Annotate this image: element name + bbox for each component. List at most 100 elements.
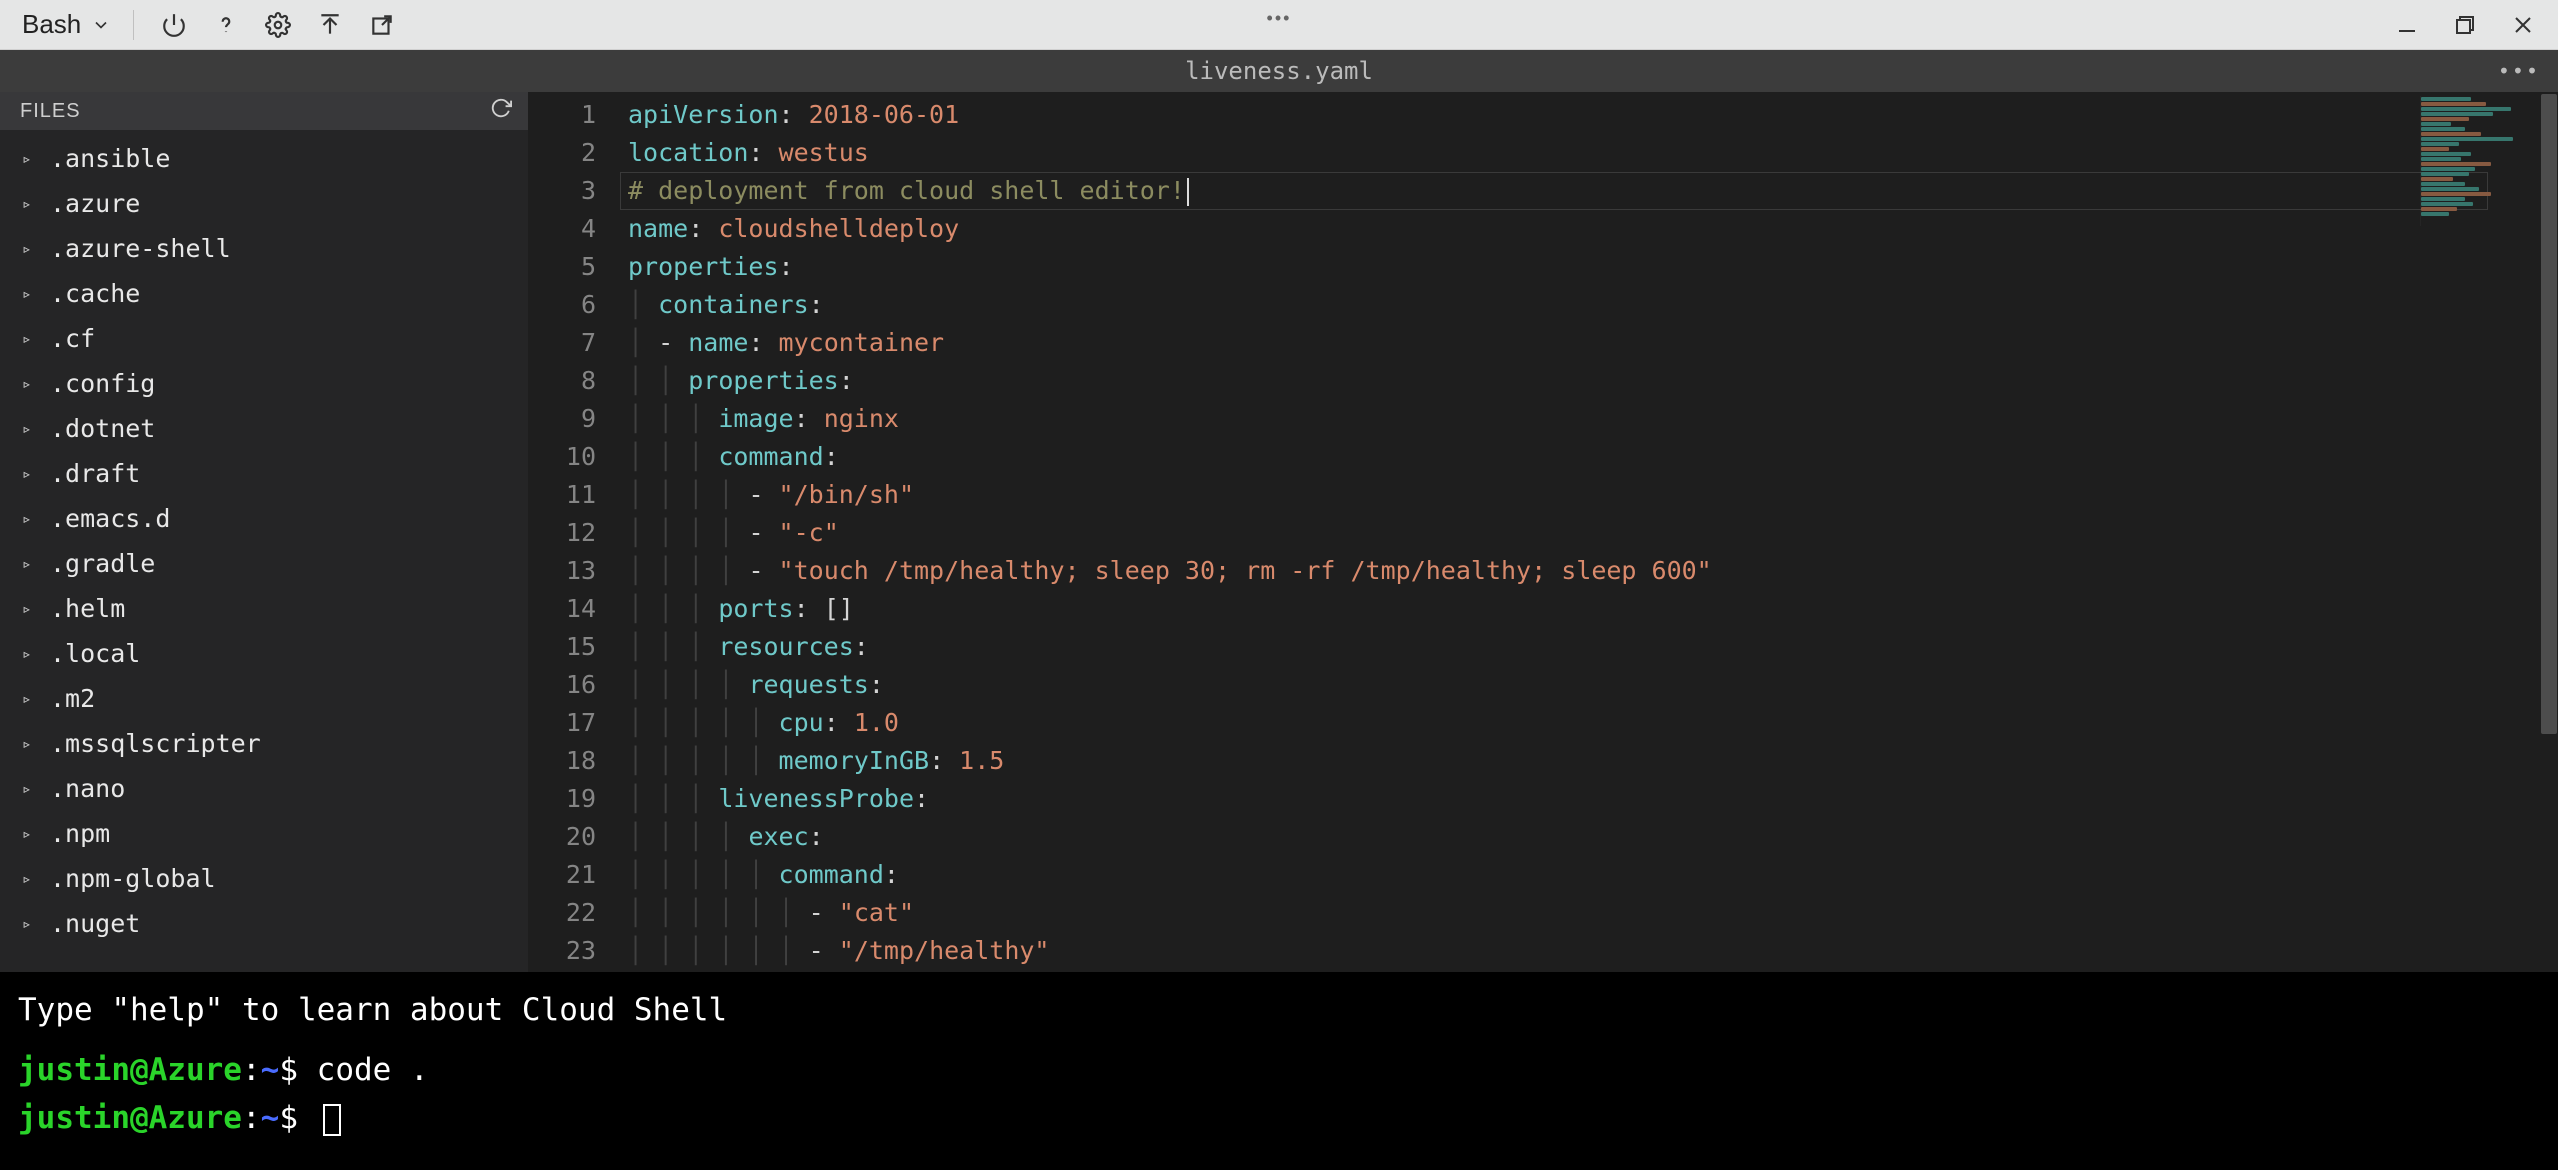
help-button[interactable] [206, 5, 246, 45]
tree-item-label: .cf [50, 324, 95, 353]
tree-item[interactable]: ▹ .dotnet [0, 406, 528, 451]
tree-item[interactable]: ▹.config [0, 361, 528, 406]
chevron-right-icon: ▹ [22, 779, 42, 798]
tree-item[interactable]: ▹.npm-global [0, 856, 528, 901]
terminal-prompt-suffix: $ [279, 1052, 298, 1088]
chevron-right-icon: ▹ [22, 554, 42, 573]
tree-item-label: .dotnet [50, 414, 155, 443]
terminal-line: justin@Azure:~$ [18, 1094, 2540, 1142]
code-line[interactable]: │ │ │ │ │ │ - "/tmp/healthy" [628, 932, 2558, 970]
code-line[interactable]: │ │ │ resources: [628, 628, 2558, 666]
terminal-prompt-path: ~ [261, 1052, 280, 1088]
editor-filename: liveness.yaml [1185, 57, 1373, 85]
code-line[interactable]: │ │ │ │ exec: [628, 818, 2558, 856]
line-number: 8 [528, 362, 620, 400]
code-line[interactable]: # deployment from cloud shell editor! [628, 172, 2558, 210]
code-line[interactable]: properties: [628, 248, 2558, 286]
code-line[interactable]: │ │ │ │ - "touch /tmp/healthy; sleep 30;… [628, 552, 2558, 590]
close-button[interactable] [2508, 10, 2538, 40]
tree-item-label: .helm [50, 594, 125, 623]
terminal-cursor [323, 1104, 341, 1136]
code-line[interactable]: │ │ │ command: [628, 438, 2558, 476]
terminal-prompt-user: justin@Azure [18, 1052, 242, 1088]
tree-item-label: .emacs.d [50, 504, 170, 533]
chevron-right-icon: ▹ [22, 599, 42, 618]
window-controls [2392, 10, 2544, 40]
tree-item-label: .azure-shell [50, 234, 231, 263]
code-line[interactable]: │ │ │ │ │ command: [628, 856, 2558, 894]
code-line[interactable]: │ │ │ livenessProbe: [628, 780, 2558, 818]
close-icon [2511, 13, 2535, 37]
code-line[interactable]: │ │ │ │ │ memoryInGB: 1.5 [628, 742, 2558, 780]
settings-button[interactable] [258, 5, 298, 45]
code-line[interactable]: │ │ │ │ - "-c" [628, 514, 2558, 552]
line-number: 18 [528, 742, 620, 780]
line-number: 23 [528, 932, 620, 970]
terminal[interactable]: Type "help" to learn about Cloud Shell j… [0, 972, 2558, 1160]
code-line[interactable]: │ │ │ image: nginx [628, 400, 2558, 438]
drag-handle-icon[interactable]: ••• [1267, 8, 1292, 29]
tree-item[interactable]: ▹.npm [0, 811, 528, 856]
minimize-button[interactable] [2392, 10, 2422, 40]
code-line[interactable]: │ containers: [628, 286, 2558, 324]
new-session-button[interactable] [362, 5, 402, 45]
maximize-button[interactable] [2450, 10, 2480, 40]
tree-item[interactable]: ▹.ansible [0, 136, 528, 181]
tree-item-label: .local [50, 639, 140, 668]
upload-icon [317, 12, 343, 38]
editor-more-button[interactable]: ••• [2498, 59, 2540, 83]
tree-item-label: .ansible [50, 144, 170, 173]
code-editor[interactable]: 1234567891011121314151617181920212223 ap… [528, 92, 2558, 972]
chevron-right-icon: ▹ [22, 284, 42, 303]
tree-item[interactable]: ▹ .nano [0, 766, 528, 811]
tree-item[interactable]: ▹.draft [0, 451, 528, 496]
code-line[interactable]: │ │ │ │ │ │ - "cat" [628, 894, 2558, 932]
minimap[interactable] [2420, 96, 2540, 226]
line-number: 7 [528, 324, 620, 362]
tree-item-label: .nano [50, 774, 125, 803]
line-number: 14 [528, 590, 620, 628]
maximize-icon [2453, 13, 2477, 37]
refresh-button[interactable] [490, 97, 512, 125]
line-gutter: 1234567891011121314151617181920212223 [528, 92, 620, 972]
code-line[interactable]: │ │ │ ports: [] [628, 590, 2558, 628]
code-line[interactable]: │ │ │ │ │ cpu: 1.0 [628, 704, 2558, 742]
code-line[interactable]: │ - name: mycontainer [628, 324, 2558, 362]
upload-button[interactable] [310, 5, 350, 45]
code-line[interactable]: name: cloudshelldeploy [628, 210, 2558, 248]
code-line[interactable]: location: westus [628, 134, 2558, 172]
code-line[interactable]: │ │ │ │ - "/bin/sh" [628, 476, 2558, 514]
shell-selector[interactable]: Bash [14, 5, 119, 44]
editor-scrollbar-thumb[interactable] [2541, 94, 2557, 734]
tree-item[interactable]: ▹.mssqlscripter [0, 721, 528, 766]
code-content[interactable]: apiVersion: 2018-06-01location: westus# … [620, 92, 2558, 972]
tree-item-label: .npm [50, 819, 110, 848]
chevron-right-icon: ▹ [22, 239, 42, 258]
code-line[interactable]: │ │ properties: [628, 362, 2558, 400]
editor-scrollbar[interactable] [2540, 92, 2558, 972]
terminal-command: code . [317, 1052, 429, 1088]
chevron-down-icon [91, 15, 111, 35]
code-line[interactable]: apiVersion: 2018-06-01 [628, 96, 2558, 134]
tree-item[interactable]: ▹.nuget [0, 901, 528, 946]
tree-item[interactable]: ▹.cache [0, 271, 528, 316]
line-number: 3 [528, 172, 620, 210]
tree-item-label: .nuget [50, 909, 140, 938]
tree-item-label: .azure [50, 189, 140, 218]
tree-item[interactable]: ▹ .cf [0, 316, 528, 361]
tree-item[interactable]: ▹.m2 [0, 676, 528, 721]
tree-item[interactable]: ▹.local [0, 631, 528, 676]
chevron-right-icon: ▹ [22, 329, 42, 348]
chevron-right-icon: ▹ [22, 419, 42, 438]
help-icon [213, 12, 239, 38]
file-tree[interactable]: ▹.ansible▹.azure▹.azure-shell▹.cache▹.cf… [0, 130, 528, 972]
tree-item[interactable]: ▹.gradle [0, 541, 528, 586]
tree-item[interactable]: ▹ .azure-shell [0, 226, 528, 271]
file-explorer-title: FILES [20, 100, 81, 123]
tree-item[interactable]: ▹ .helm [0, 586, 528, 631]
restart-button[interactable] [154, 5, 194, 45]
tree-item[interactable]: ▹.emacs.d [0, 496, 528, 541]
line-number: 9 [528, 400, 620, 438]
tree-item[interactable]: ▹.azure [0, 181, 528, 226]
code-line[interactable]: │ │ │ │ requests: [628, 666, 2558, 704]
